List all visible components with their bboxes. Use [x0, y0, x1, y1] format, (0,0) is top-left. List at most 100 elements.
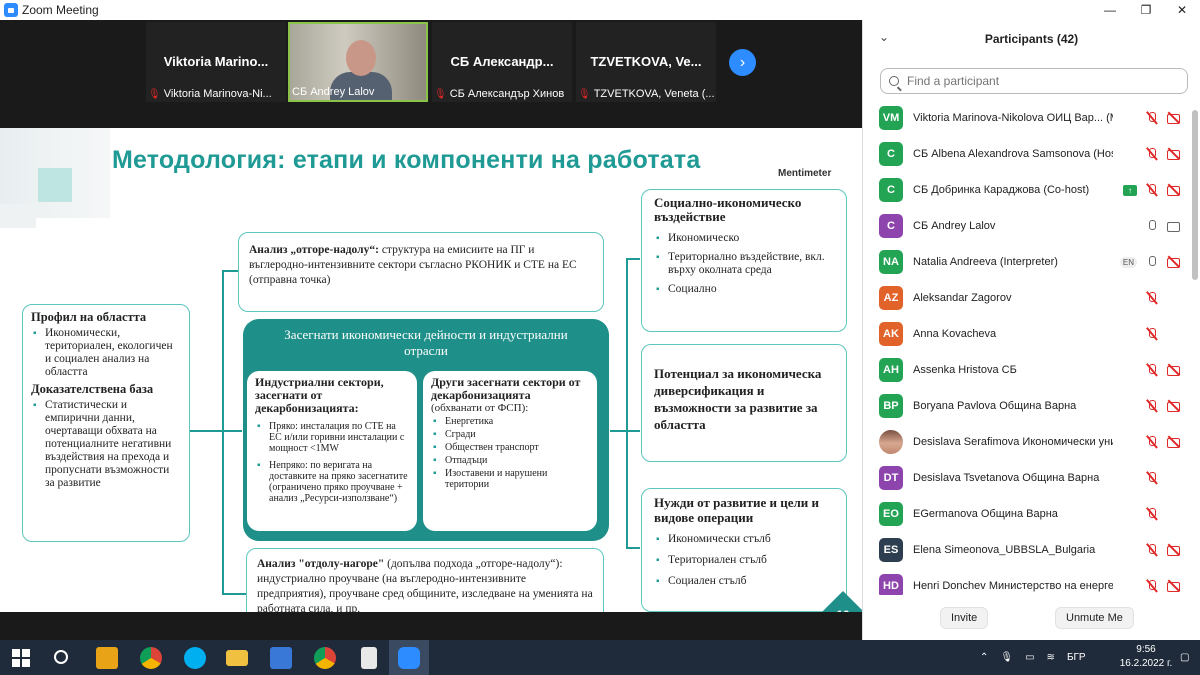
- microphone-icon[interactable]: 🎙: [1000, 652, 1013, 663]
- connector-line: [626, 547, 640, 549]
- outlook-icon[interactable]: [96, 647, 118, 669]
- industrial-bullet: Пряко: инсталация по СТЕ на ЕС и/или гор…: [255, 421, 409, 454]
- chrome-icon[interactable]: [140, 647, 162, 669]
- participant-row[interactable]: C СБ Albena Alexandrova Samsonova (Host): [863, 136, 1191, 172]
- mic-muted-icon[interactable]: [1145, 579, 1159, 593]
- participant-row[interactable]: ES Elena Simeonova_UBBSLA_Bulgaria: [863, 532, 1191, 568]
- participant-row[interactable]: HD Henri Donchev Министерство на енергет…: [863, 568, 1191, 595]
- video-tile[interactable]: TZVETKOVA, Ve... 🎙 TZVETKOVA, Veneta (...: [576, 22, 716, 102]
- slide-decoration: [38, 168, 72, 202]
- slide-decoration: [0, 204, 36, 228]
- notifications-icon[interactable]: ▢: [1180, 640, 1189, 675]
- input-language[interactable]: БГР: [1067, 652, 1086, 663]
- participant-row[interactable]: C СБ Andrey Lalov: [863, 208, 1191, 244]
- participant-row[interactable]: EO EGermanova Община Варна: [863, 496, 1191, 532]
- tile-label: TZVETKOVA, Veneta (...: [593, 88, 714, 100]
- participant-row[interactable]: AK Anna Kovacheva: [863, 316, 1191, 352]
- participant-name: СБ Добринка Караджова (Co-host): [913, 184, 1090, 196]
- invite-button[interactable]: Invite: [940, 607, 989, 629]
- participant-name: Assenka Hristova СБ: [913, 364, 1017, 376]
- wifi-icon[interactable]: ≋: [1047, 652, 1055, 663]
- topdown-label: Анализ „отгоре-надолу“:: [249, 244, 379, 256]
- participant-row[interactable]: VM Viktoria Marinova-Nikolova ОИЦ Вар...…: [863, 100, 1191, 136]
- next-page-button[interactable]: ›: [729, 49, 756, 76]
- maximize-button[interactable]: ❐: [1128, 0, 1164, 20]
- person-head: [346, 40, 376, 76]
- unmute-me-button[interactable]: Unmute Me: [1055, 607, 1134, 629]
- mic-muted-icon[interactable]: [1145, 147, 1159, 161]
- camera-off-icon[interactable]: [1167, 400, 1183, 412]
- mic-muted-icon[interactable]: [1145, 111, 1159, 125]
- clock-time: 9:56: [1136, 644, 1156, 655]
- mic-muted-icon[interactable]: [1145, 291, 1159, 305]
- mic-muted-icon[interactable]: [1145, 183, 1159, 197]
- calendar-icon[interactable]: [270, 647, 292, 669]
- close-button[interactable]: ✕: [1164, 0, 1200, 20]
- participant-row[interactable]: AZ Aleksandar Zagorov: [863, 280, 1191, 316]
- avatar: C: [879, 214, 903, 238]
- profile-heading: Профил на областта: [31, 310, 147, 324]
- file-explorer-icon[interactable]: [226, 650, 248, 666]
- bottomup-box: Анализ "отдолу-нагоре" (допълва подхода …: [246, 548, 604, 612]
- search-icon: [889, 76, 899, 86]
- mic-muted-icon[interactable]: [1145, 399, 1159, 413]
- participant-search[interactable]: [880, 68, 1188, 94]
- avatar: EO: [879, 502, 903, 526]
- language-badge: EN: [1119, 256, 1137, 268]
- participant-row[interactable]: Desislava Serafimova Икономически унив..…: [863, 424, 1191, 460]
- document-icon[interactable]: [361, 647, 377, 669]
- mic-muted-icon[interactable]: [1145, 435, 1159, 449]
- other-item: Обществен транспорт: [431, 442, 589, 453]
- camera-off-icon[interactable]: [1167, 256, 1183, 268]
- scrollbar-thumb[interactable]: [1192, 110, 1198, 280]
- system-tray: ⌃ 🎙 ▭ ≋ БГР: [980, 640, 1086, 675]
- affected-activities-box: Засегнати икономически дейности и индуст…: [243, 319, 609, 541]
- camera-off-icon[interactable]: [1167, 544, 1183, 556]
- mic-on-icon[interactable]: [1145, 255, 1159, 269]
- battery-icon[interactable]: ▭: [1025, 652, 1034, 663]
- connector-line: [222, 270, 238, 272]
- windows-start-icon[interactable]: [12, 649, 30, 667]
- other-item: Енергетика: [431, 416, 589, 427]
- center-title: Засегнати икономически дейности и индуст…: [284, 327, 568, 358]
- video-tile-active[interactable]: СБ Andrey Lalov: [288, 22, 428, 102]
- camera-on-icon[interactable]: [1167, 220, 1183, 232]
- participant-name: Elena Simeonova_UBBSLA_Bulgaria: [913, 544, 1096, 556]
- tile-label: СБ Александър Хинов: [449, 88, 565, 100]
- search-input[interactable]: [907, 74, 1167, 88]
- mic-muted-icon: 🎙: [148, 88, 161, 100]
- participant-row[interactable]: AH Assenka Hristova СБ: [863, 352, 1191, 388]
- chrome-profile-icon[interactable]: [314, 647, 336, 669]
- camera-off-icon[interactable]: [1167, 436, 1183, 448]
- profile-bullet: Икономически, териториален, екологичен и…: [31, 327, 181, 379]
- mic-muted-icon[interactable]: [1145, 471, 1159, 485]
- mic-muted-icon[interactable]: [1145, 543, 1159, 557]
- participant-row[interactable]: DT Desislava Tsvetanova Община Варна: [863, 460, 1191, 496]
- participant-row[interactable]: BP Boryana Pavlova Община Варна: [863, 388, 1191, 424]
- video-tile[interactable]: СБ Александр... 🎙 СБ Александър Хинов: [432, 22, 572, 102]
- camera-off-icon[interactable]: [1167, 580, 1183, 592]
- clock[interactable]: 9:56 16.2.2022 г.: [1118, 643, 1174, 671]
- video-tile[interactable]: Viktoria Marino... 🎙 Viktoria Marinova-Ni…: [146, 22, 286, 102]
- mic-on-icon[interactable]: [1145, 219, 1159, 233]
- screen-share-icon: ↑: [1123, 184, 1137, 196]
- camera-off-icon[interactable]: [1167, 112, 1183, 124]
- mic-muted-icon[interactable]: [1145, 327, 1159, 341]
- camera-off-icon[interactable]: [1167, 364, 1183, 376]
- search-icon[interactable]: [54, 650, 68, 664]
- needs-item: Териториален стълб: [654, 554, 834, 567]
- participant-row[interactable]: NA Natalia Andreeva (Interpreter) EN: [863, 244, 1191, 280]
- skype-icon[interactable]: [184, 647, 206, 669]
- other-item: Изоставени и нарушени територии: [431, 468, 589, 490]
- avatar: DT: [879, 466, 903, 490]
- mic-muted-icon[interactable]: [1145, 507, 1159, 521]
- minimize-button[interactable]: —: [1092, 0, 1128, 20]
- camera-off-icon[interactable]: [1167, 184, 1183, 196]
- participant-row[interactable]: C СБ Добринка Караджова (Co-host) ↑: [863, 172, 1191, 208]
- zoom-icon[interactable]: [398, 647, 420, 669]
- camera-off-icon[interactable]: [1167, 148, 1183, 160]
- chevron-up-icon[interactable]: ⌃: [980, 652, 988, 663]
- mic-muted-icon[interactable]: [1145, 363, 1159, 377]
- avatar: HD: [879, 574, 903, 595]
- participants-scrollbar[interactable]: [1192, 102, 1198, 592]
